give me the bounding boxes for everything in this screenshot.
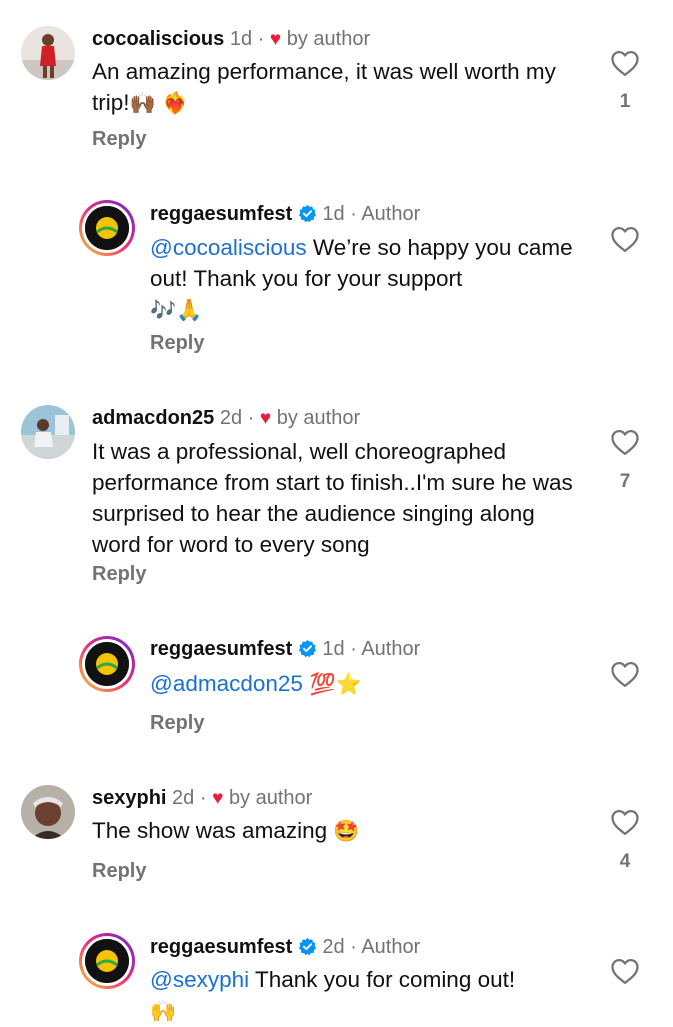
like-button[interactable] [608, 225, 642, 253]
comment-text: @sexyphi Thank you for coming out! 🙌 [150, 964, 595, 1027]
separator-dot: · [247, 407, 255, 429]
liked-by-author-label: by author [228, 787, 313, 809]
like-button[interactable] [608, 808, 642, 836]
comment-header: admacdon25 2d · ♥ by author [92, 405, 360, 432]
reply-button[interactable]: Reply [150, 712, 204, 735]
reply-button[interactable]: Reply [92, 128, 146, 151]
like-count: 7 [619, 471, 631, 492]
comment-time: 1d [229, 28, 253, 50]
mention-link[interactable]: @admacdon25 [150, 671, 303, 696]
comment-header: cocoaliscious 1d · ♥ by author [92, 26, 370, 53]
comment-header: reggaesumfest 1d · Author [150, 636, 420, 662]
avatar[interactable] [21, 785, 75, 839]
comment-text: The show was amazing 🤩 [92, 815, 577, 847]
comment-emoji: 🤩 [333, 819, 360, 843]
reggae-sumfest-logo [85, 939, 129, 983]
username[interactable]: reggaesumfest [150, 203, 292, 225]
comment-text: It was a professional, well choreographe… [92, 436, 577, 560]
comment-header: reggaesumfest 2d · Author [150, 934, 420, 960]
author-label: Author [361, 638, 421, 660]
comment-emoji: 🙌 [150, 999, 177, 1023]
verified-badge-icon [298, 204, 316, 223]
avatar[interactable] [79, 636, 135, 692]
liked-by-author-label: by author [276, 407, 361, 429]
like-button[interactable] [608, 660, 642, 688]
heart-outline-icon [611, 662, 639, 687]
heart-outline-icon [611, 430, 639, 455]
username[interactable]: cocoaliscious [92, 28, 224, 50]
comment-emoji: 🙌🏾 ❤️‍🔥 [129, 91, 189, 115]
username[interactable]: sexyphi [92, 787, 166, 809]
comment-text: @cocoaliscious We’re so happy you came o… [150, 232, 595, 326]
like-button[interactable] [608, 428, 642, 456]
reply-button[interactable]: Reply [92, 563, 146, 586]
heart-outline-icon [611, 227, 639, 252]
separator-dot: · [350, 638, 357, 660]
red-heart-icon: ♥ [212, 788, 224, 809]
comment-time: 1d [322, 203, 345, 225]
username[interactable]: admacdon25 [92, 407, 214, 429]
story-ring [82, 639, 132, 689]
comment-time: 1d [322, 638, 345, 660]
username[interactable]: reggaesumfest [150, 936, 292, 958]
heart-outline-icon [611, 810, 639, 835]
red-heart-icon: ♥ [259, 408, 272, 429]
mention-link[interactable]: @cocoaliscious [150, 235, 307, 260]
comment-emoji: 🎶🙏 [150, 298, 203, 322]
comment-body: The show was amazing [92, 818, 328, 843]
avatar[interactable] [21, 26, 75, 80]
like-count: 4 [619, 851, 631, 872]
username[interactable]: reggaesumfest [150, 638, 292, 660]
heart-outline-icon [611, 959, 639, 984]
separator-dot: · [199, 787, 207, 809]
mention-link[interactable]: @sexyphi [150, 967, 249, 992]
reggae-sumfest-logo [85, 642, 129, 686]
red-heart-icon: ♥ [269, 29, 282, 50]
like-button[interactable] [608, 957, 642, 985]
story-ring [82, 203, 132, 253]
comment-emoji: 💯⭐ [302, 672, 362, 696]
comment-time: 2d [172, 787, 195, 809]
story-ring [82, 936, 132, 986]
author-label: Author [361, 936, 421, 958]
reggae-sumfest-logo [85, 206, 129, 250]
like-count: 1 [619, 91, 631, 112]
heart-outline-icon [611, 51, 639, 76]
avatar[interactable] [79, 200, 135, 256]
comments-thread: cocoaliscious 1d · ♥ by author An amazin… [0, 0, 673, 1024]
avatar[interactable] [21, 405, 75, 459]
separator-dot: · [350, 203, 357, 225]
verified-badge-icon [298, 937, 316, 956]
comment-body: It was a professional, well choreographe… [92, 439, 573, 557]
reply-button[interactable]: Reply [92, 860, 146, 883]
comment-time: 2d [322, 936, 345, 958]
comment-time: 2d [219, 407, 243, 429]
comment-text: An amazing performance, it was well wort… [92, 56, 592, 119]
like-button[interactable] [608, 49, 642, 77]
comment-text: @admacdon25 💯⭐ [150, 668, 595, 700]
reply-button[interactable]: Reply [150, 332, 204, 355]
avatar[interactable] [79, 933, 135, 989]
separator-dot: · [257, 28, 265, 50]
comment-body: Thank you for coming out! [249, 967, 516, 992]
comment-header: reggaesumfest 1d · Author [150, 201, 420, 227]
verified-badge-icon [298, 639, 316, 658]
author-label: Author [361, 203, 421, 225]
comment-header: sexyphi 2d · ♥ by author [92, 785, 312, 812]
liked-by-author-label: by author [286, 28, 371, 50]
separator-dot: · [350, 936, 357, 958]
